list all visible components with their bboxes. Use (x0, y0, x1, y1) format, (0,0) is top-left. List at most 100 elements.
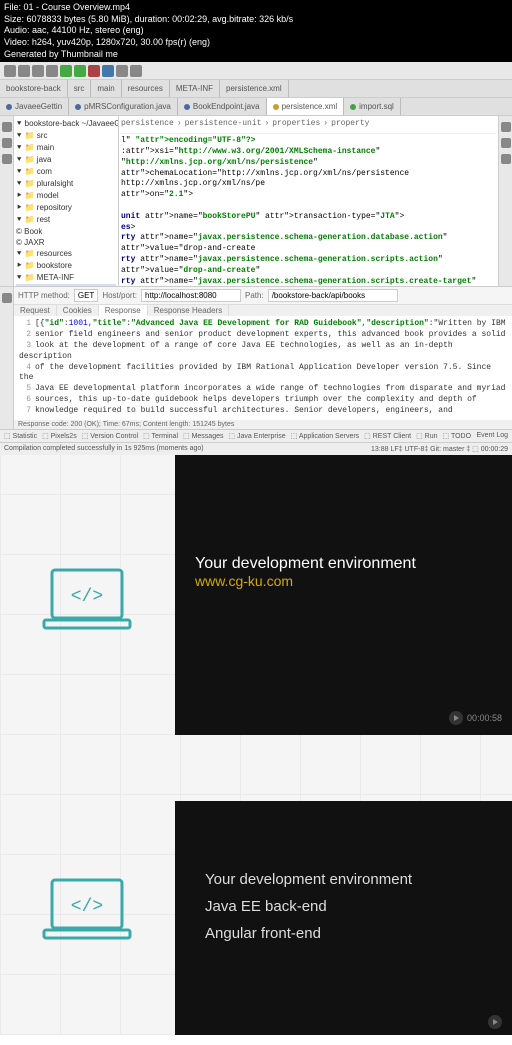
toolbar-icon[interactable] (4, 65, 16, 77)
tree-item[interactable]: ⯆ 📁 com (16, 166, 116, 178)
path-segment[interactable]: persistence.xml (220, 80, 289, 97)
tree-item[interactable]: ⯈ 📁 bookstore (16, 260, 116, 272)
http-tab[interactable]: Cookies (57, 305, 99, 316)
tree-item[interactable]: ⯆ 📁 main (16, 142, 116, 154)
code-line: l" "attr">encoding="UTF-8"?> (121, 136, 496, 147)
breadcrumb-item[interactable]: persistence-unit (185, 119, 262, 130)
project-tool-icon[interactable] (2, 122, 12, 132)
file-type-icon (184, 104, 190, 110)
code-line: attr">chemaLocation="http://xmlns.jcp.or… (121, 169, 496, 191)
ide-window: bookstore-backsrcmainresourcesMETA-INFpe… (0, 62, 512, 454)
favorites-tool-icon[interactable] (2, 154, 12, 164)
slide1-title: Your development environment (195, 555, 512, 573)
play-icon (488, 1015, 502, 1029)
thumbnail-play-button (488, 1015, 502, 1029)
code-line: :attr">xsi="http://www.w3.org/2001/XMLSc… (121, 147, 496, 158)
tree-item[interactable]: ⯈ 📁 model (16, 190, 116, 202)
event-log-tab[interactable]: Event Log (476, 432, 508, 440)
tree-item[interactable]: ⯆ bookstore-back ~/JavaeeGet (16, 118, 116, 130)
slide-bullet: Java EE back-end (205, 898, 512, 915)
tool-window-tab[interactable]: ⬚ Java Enterprise (228, 432, 285, 440)
http-tab[interactable]: Request (14, 305, 57, 316)
slide-bullet: Your development environment (205, 871, 512, 888)
http-tab[interactable]: Response (99, 305, 148, 316)
structure-tool-icon[interactable] (2, 138, 12, 148)
toolbar-icon[interactable] (130, 65, 142, 77)
tool-window-tab[interactable]: ⬚ Version Control (82, 432, 138, 440)
toolbar-icon[interactable] (116, 65, 128, 77)
json-line: 7knowledge required to build successful … (19, 406, 507, 417)
tool-window-tab[interactable]: ⬚ Terminal (143, 432, 178, 440)
code-line (121, 201, 496, 212)
ide-toolbar (0, 62, 512, 80)
http-method-select[interactable]: GET (74, 289, 98, 302)
code-line: rty attr">name="javax.persistence.schema… (121, 277, 496, 287)
tool-window-tab[interactable]: ⬚ Pixels2s (42, 432, 77, 440)
file-tab[interactable]: persistence.xml (267, 98, 345, 115)
file-tab[interactable]: import.sql (344, 98, 401, 115)
http-run-icon[interactable] (2, 293, 12, 303)
file-tab[interactable]: JavaeeGettin (0, 98, 69, 115)
breadcrumb-item[interactable]: properties (272, 119, 320, 130)
bean-validation-icon[interactable] (501, 154, 511, 164)
tree-item[interactable]: ⯆ 📁 java (16, 154, 116, 166)
tree-item[interactable]: ⯈ 📁 repository (16, 202, 116, 214)
svg-text:</>: </> (71, 897, 103, 917)
json-line: 5Java EE developmental platform incorpor… (19, 384, 507, 395)
tree-item[interactable]: © JAXR (16, 237, 116, 248)
path-segment[interactable]: src (68, 80, 92, 97)
code-line: attr">on="2.1"> (121, 190, 496, 201)
code-line: "http://xmlns.jcp.org/xml/ns/persistence… (121, 158, 496, 169)
path-segment[interactable]: bookstore-back (0, 80, 68, 97)
toolbar-icon[interactable] (18, 65, 30, 77)
tree-item[interactable]: © Book (16, 226, 116, 237)
project-tree[interactable]: ⯆ bookstore-back ~/JavaeeGet ⯆ 📁 src ⯆ 📁… (14, 116, 119, 286)
file-type-icon (273, 104, 279, 110)
editor-breadcrumb: persistence›persistence-unit›properties›… (121, 118, 496, 134)
tool-window-tab[interactable]: ⬚ REST Client (364, 432, 411, 440)
json-line: 1[{"id":1001,"title":"Advanced Java EE D… (19, 319, 507, 330)
tool-window-tab[interactable]: ⬚ Run (416, 432, 437, 440)
run-icon[interactable] (60, 65, 72, 77)
ide-left-rail (0, 116, 14, 286)
tree-item[interactable]: ⯆ 📁 rest (16, 214, 116, 226)
tool-window-tab[interactable]: ⬚ Application Servers (291, 432, 359, 440)
meta-size: Size: 6078833 bytes (5.80 MiB), duration… (4, 14, 508, 26)
code-editor[interactable]: persistence›persistence-unit›properties›… (119, 116, 498, 286)
tree-item[interactable]: persistence.xml (16, 284, 116, 286)
tool-window-tab[interactable]: ⬚ TODO (443, 432, 472, 440)
tool-window-tab[interactable]: ⬚ Statistic (4, 432, 37, 440)
file-tab[interactable]: BookEndpoint.java (178, 98, 267, 115)
database-tool-icon[interactable] (501, 138, 511, 148)
cursor-encoding-status: 13:88 LF‡ UTF-8‡ Git: master ‡ ⬚ 00:00:2… (371, 445, 508, 453)
toolbar-icon[interactable] (102, 65, 114, 77)
http-host-input[interactable]: http://localhost:8080 (141, 289, 241, 302)
path-segment[interactable]: resources (122, 80, 170, 97)
path-segment[interactable]: main (91, 80, 121, 97)
laptop-icon: </> (42, 875, 132, 947)
toolbar-icon[interactable] (46, 65, 58, 77)
tree-item[interactable]: ⯆ 📁 src (16, 130, 116, 142)
slide-bullet: Angular front-end (205, 925, 512, 942)
tree-item[interactable]: ⯆ 📁 pluralsight (16, 178, 116, 190)
http-response-body[interactable]: 1[{"id":1001,"title":"Advanced Java EE D… (14, 316, 512, 419)
json-line: 3look at the development of a range of c… (19, 341, 507, 363)
tree-item[interactable]: ⯆ 📁 resources (16, 248, 116, 260)
meta-generator: Generated by Thumbnail me (4, 49, 508, 61)
thumbnail-frame-2: Your development environment Java EE back… (175, 801, 512, 1035)
breadcrumb-item[interactable]: property (331, 119, 369, 130)
http-tab[interactable]: Response Headers (148, 305, 229, 316)
stop-icon[interactable] (88, 65, 100, 77)
tree-item[interactable]: ⯆ 📁 META-INF (16, 272, 116, 284)
file-tab[interactable]: pMRSConfiguration.java (69, 98, 178, 115)
debug-icon[interactable] (74, 65, 86, 77)
path-segment[interactable]: META-INF (170, 80, 220, 97)
video-metadata-overlay: File: 01 - Course Overview.mp4 Size: 607… (0, 0, 512, 62)
tool-window-tab[interactable]: ⬚ Messages (183, 432, 223, 440)
maven-tool-icon[interactable] (501, 122, 511, 132)
http-client-panel: HTTP method: GET Host/port: http://local… (0, 286, 512, 428)
toolbar-icon[interactable] (32, 65, 44, 77)
breadcrumb-item[interactable]: persistence (121, 119, 174, 130)
http-path-input[interactable]: /bookstore-back/api/books (268, 289, 398, 302)
play-icon (449, 711, 463, 725)
